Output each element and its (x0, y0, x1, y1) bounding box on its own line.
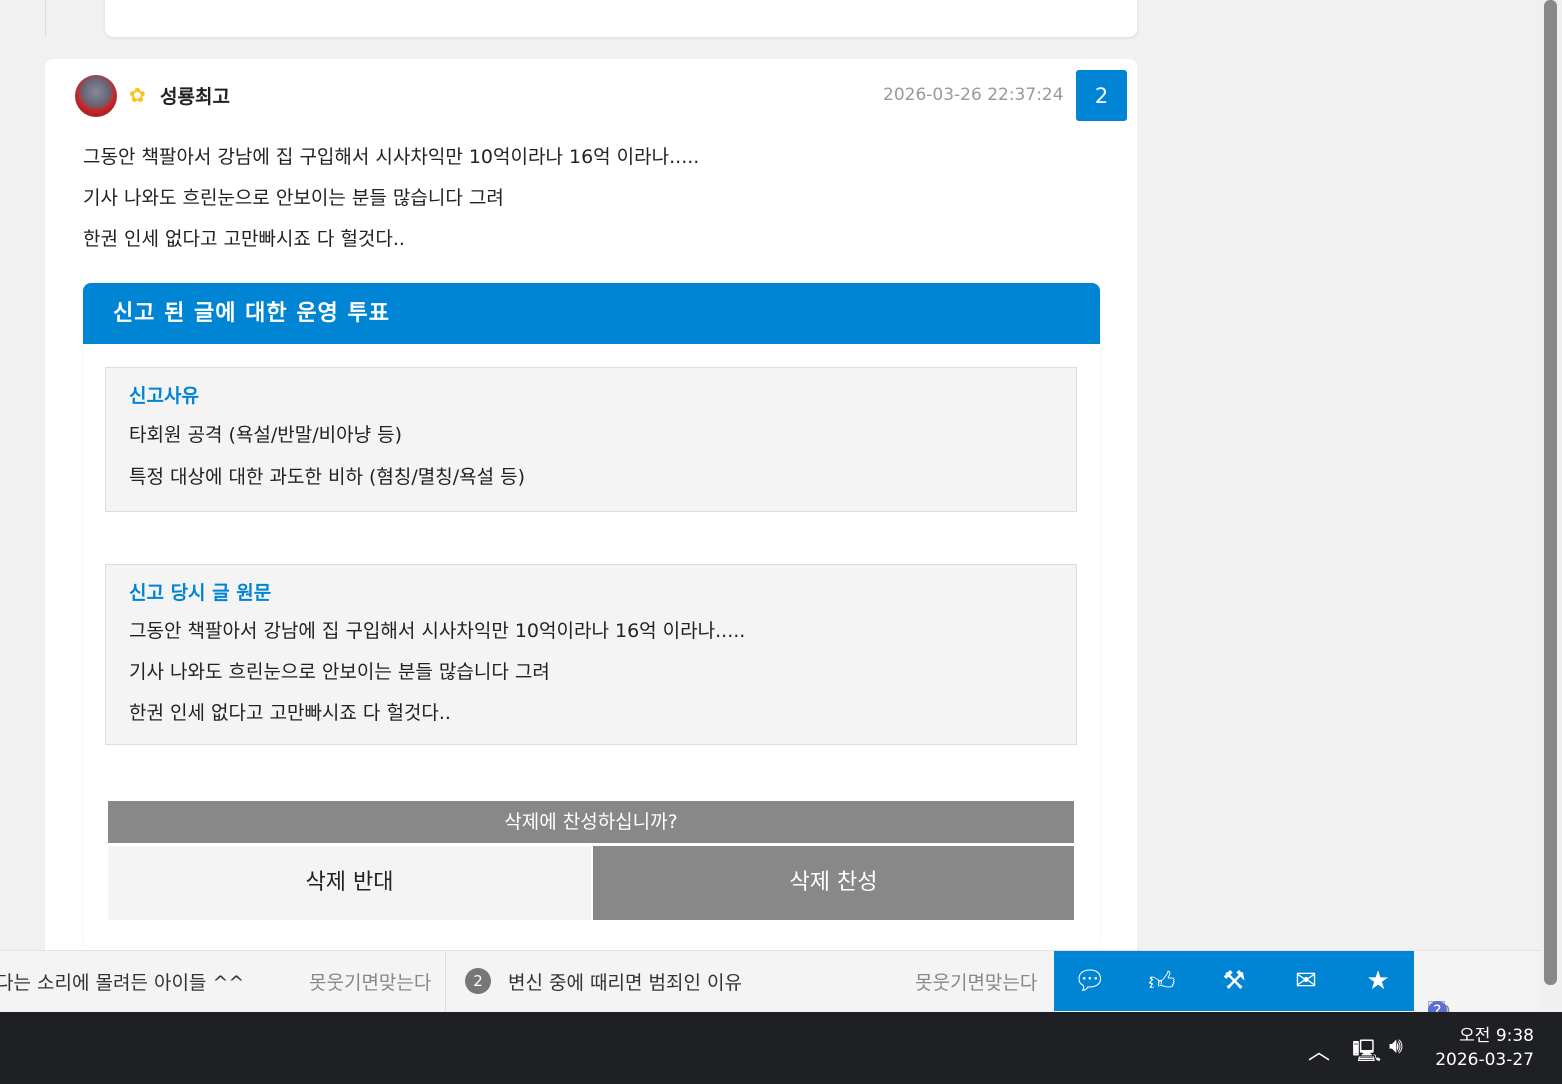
prev-post-link[interactable]: 다는 소리에 몰려든 아이들 ^^ (0, 968, 244, 995)
vote-title: 신고 된 글에 대한 운영 투표 (83, 283, 1100, 344)
report-reasons: 신고사유 타회원 공격 (욕설/반말/비아냥 등) 특정 대상에 대한 과도한 … (105, 367, 1077, 512)
comment-icon[interactable]: 💬︎ (1054, 951, 1126, 1011)
oppose-delete-button[interactable]: 삭제 반대 (108, 846, 591, 920)
divider (45, 0, 46, 37)
next-post-link[interactable]: 변신 중에 때리면 범죄인 이유 (508, 968, 742, 995)
original-line: 그동안 책팔아서 강남에 집 구입해서 시사차익만 10억이라나 16억 이라나… (129, 620, 746, 642)
scrollbar-thumb[interactable] (1544, 0, 1557, 985)
original-line: 기사 나와도 흐린눈으로 안보이는 분들 많습니다 그려 (129, 661, 550, 683)
body-line: 한권 인세 없다고 고만빠시죠 다 헐것다.. (83, 228, 405, 250)
clock-date: 2026-03-27 (1435, 1050, 1534, 1070)
vote-question: 삭제에 찬성하십니까? (108, 801, 1074, 843)
thumbs-up-icon[interactable]: 👍︎ (1126, 951, 1198, 1011)
star-icon[interactable]: ★ (1342, 951, 1414, 1011)
clock-time: 오전 9:38 (1459, 1026, 1534, 1046)
mail-icon[interactable]: ✉ (1270, 951, 1342, 1011)
body-line: 그동안 책팔아서 강남에 집 구입해서 시사차익만 10억이라나 16억 이라나… (83, 146, 700, 168)
post-body: 그동안 책팔아서 강남에 집 구입해서 시사차익만 10억이라나 16억 이라나… (83, 137, 699, 260)
next-post-author: 못웃기면맞는다 (915, 972, 1038, 994)
post-number-badge: 2 (1076, 70, 1127, 121)
taskbar: ︿ 🖳︎ 🔊︎ 오전 9:38 2026-03-27 (0, 1012, 1562, 1084)
clock[interactable]: 오전 9:38 2026-03-27 (1435, 1024, 1534, 1072)
chevron-up-icon[interactable]: ︿ (1308, 1034, 1330, 1066)
body-line: 기사 나와도 흐린눈으로 안보이는 분들 많습니다 그려 (83, 187, 504, 209)
original-text: 신고 당시 글 원문 그동안 책팔아서 강남에 집 구입해서 시사차익만 10억… (105, 564, 1077, 745)
nickname[interactable]: 성룡최고 (160, 82, 230, 109)
original-line: 한권 인세 없다고 고만빠시죠 다 헐것다.. (129, 702, 451, 724)
divider (445, 951, 446, 1011)
scrollbar[interactable] (1540, 0, 1562, 1010)
reason-title: 신고사유 (129, 385, 199, 407)
reason-item: 특정 대상에 대한 과도한 비하 (혐칭/멸칭/욕설 등) (129, 466, 525, 488)
action-toolbar: 💬︎ 👍︎ ⚒ ✉ ★ (1054, 951, 1414, 1011)
moderation-vote: 신고 된 글에 대한 운영 투표 신고사유 타회원 공격 (욕설/반말/비아냥 … (83, 283, 1100, 946)
original-title: 신고 당시 글 원문 (129, 582, 272, 604)
gavel-icon[interactable]: ⚒ (1198, 951, 1270, 1011)
post-card: ✿ 성룡최고 2026-03-26 22:37:24 2 그동안 책팔아서 강남… (45, 59, 1137, 959)
reason-item: 타회원 공격 (욕설/반말/비아냥 등) (129, 424, 402, 446)
network-icon[interactable]: 🖳︎ (1352, 1034, 1381, 1072)
previous-card (105, 0, 1137, 37)
volume-icon[interactable]: 🔊︎ (1389, 1034, 1403, 1059)
post-date: 2026-03-26 22:37:24 (883, 85, 1064, 105)
next-post-count: 2 (465, 968, 491, 994)
bottom-nav-bar: 다는 소리에 몰려든 아이들 ^^ 못웃기면맞는다 2 변신 중에 때리면 범죄… (0, 950, 1540, 1027)
approve-delete-button[interactable]: 삭제 찬성 (593, 846, 1074, 920)
avatar[interactable] (75, 75, 117, 117)
prev-post-author: 못웃기면맞는다 (309, 972, 432, 994)
flower-icon: ✿ (129, 83, 146, 107)
